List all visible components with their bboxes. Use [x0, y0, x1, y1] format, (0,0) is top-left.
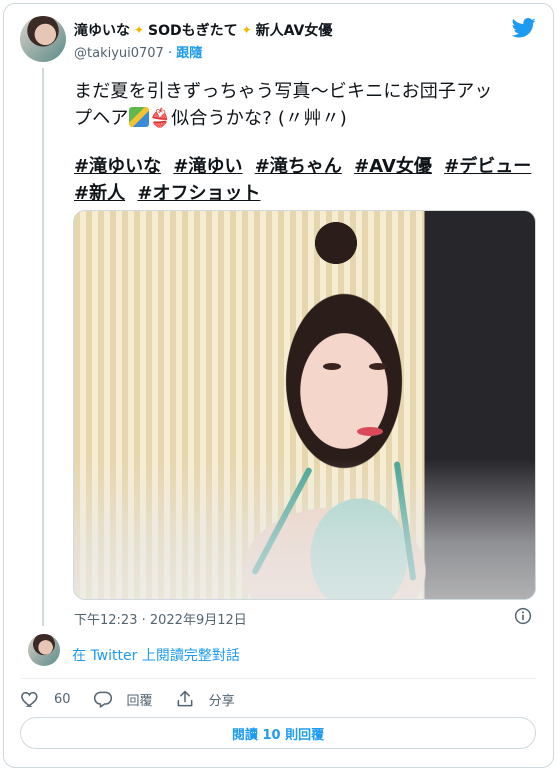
- hashtag-link[interactable]: #新人: [74, 183, 125, 204]
- like-count: 60: [54, 691, 71, 707]
- heart-icon: [21, 691, 38, 707]
- photo-detail: [357, 427, 383, 436]
- like-button[interactable]: 60: [20, 689, 71, 709]
- display-name[interactable]: 滝ゆいな ✦ SODもぎたて ✦ 新人AV女優: [74, 20, 332, 40]
- tweet-photo[interactable]: [73, 210, 536, 600]
- hashtag-link[interactable]: #滝ゆい: [173, 156, 242, 177]
- star-emoji-icon: ✦: [241, 23, 252, 37]
- separator-dot: ·: [167, 46, 173, 61]
- twitter-bird-icon[interactable]: [512, 18, 536, 38]
- avatar[interactable]: [28, 634, 60, 666]
- share-label: 分享: [208, 693, 235, 709]
- art-palette-emoji-icon: [128, 107, 149, 127]
- hashtag-link[interactable]: #オフショット: [137, 183, 260, 204]
- display-name-part2: SODもぎたて: [148, 23, 238, 39]
- tweet-text-line2-prefix: プヘア: [74, 108, 129, 129]
- action-bar: 60 回覆 分享: [20, 686, 257, 712]
- share-icon: [177, 690, 192, 707]
- display-name-part1: 滝ゆいな: [74, 23, 130, 39]
- star-emoji-icon: ✦: [133, 23, 145, 37]
- share-button[interactable]: 分享: [175, 689, 235, 709]
- bikini-emoji-icon: 👙: [148, 108, 172, 129]
- thread-line: [42, 68, 44, 626]
- reply-button[interactable]: 回覆: [93, 689, 153, 709]
- divider: [20, 678, 536, 679]
- handle-row: @takiyui0707 · 跟隨: [74, 42, 202, 61]
- photo-detail: [369, 363, 387, 370]
- tweet-text: まだ夏を引きずっちゃう写真〜ビキニにお団子アッ プヘア 👙似合うかな? (〃艸〃): [74, 78, 544, 132]
- tweet-text-line2-suffix: 似合うかな? (〃艸〃): [171, 108, 347, 129]
- hashtag-link[interactable]: #滝ゆいな: [74, 156, 161, 177]
- read-replies-button[interactable]: 閱讀 10 則回覆: [20, 717, 536, 749]
- reply-label: 回覆: [126, 693, 153, 709]
- photo-shade: [74, 459, 535, 599]
- hashtags: #滝ゆいな #滝ゆい #滝ちゃん #AV女優 #デビュー #新人 #オフショット: [74, 153, 544, 207]
- tweet-text-line2: プヘア 👙似合うかな? (〃艸〃): [74, 105, 544, 132]
- hashtag-link[interactable]: #デビュー: [444, 156, 531, 177]
- reply-icon: [93, 691, 112, 708]
- user-handle[interactable]: @takiyui0707: [74, 46, 164, 61]
- info-icon[interactable]: [514, 607, 532, 625]
- tweet-text-line1: まだ夏を引きずっちゃう写真〜ビキニにお団子アッ: [74, 81, 493, 102]
- display-name-part3: 新人AV女優: [255, 23, 333, 39]
- follow-button[interactable]: 跟隨: [176, 46, 202, 61]
- hashtag-link[interactable]: #AV女優: [354, 156, 432, 177]
- timestamp[interactable]: 下午12:23 · 2022年9月12日: [74, 609, 247, 628]
- photo-detail: [323, 363, 341, 370]
- hashtag-link[interactable]: #滝ちゃん: [255, 156, 342, 177]
- avatar[interactable]: [20, 16, 66, 62]
- read-conversation-link[interactable]: 在 Twitter 上閱讀完整對話: [72, 645, 240, 665]
